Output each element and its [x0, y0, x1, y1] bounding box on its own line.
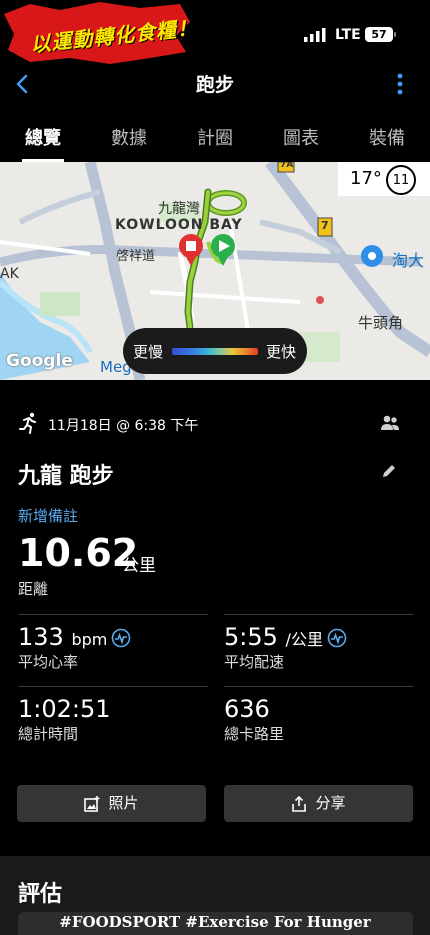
battery-icon: 57: [365, 27, 396, 42]
pace-graph-icon[interactable]: [327, 628, 347, 648]
map-label-road: 啓祥道: [116, 249, 156, 264]
tab-overview[interactable]: 總覽: [0, 112, 86, 162]
temperature: 17°: [350, 168, 382, 189]
add-photo-icon: [84, 795, 100, 812]
calories-value: 636: [224, 695, 270, 723]
distance-value: 10.62: [18, 531, 139, 575]
status-bar: 以運動轉化食糧！ LTE 57: [0, 0, 430, 66]
route-map[interactable]: 九龍灣 KOWLOON BAY 啓祥道 牛頭角 淘大 AK Meg 7 7A 1…: [0, 162, 430, 380]
route-shield-7a: 7A: [280, 162, 294, 170]
brand-logo: 以運動轉化食糧！: [0, 0, 200, 66]
tab-laps[interactable]: 計圈: [172, 112, 258, 162]
tab-data[interactable]: 數據: [86, 112, 172, 162]
edit-icon[interactable]: [380, 462, 398, 480]
heart-rate-unit: bpm: [71, 630, 108, 649]
photos-button-label: 照片: [108, 794, 139, 812]
total-time-value: 1:02:51: [18, 695, 111, 723]
signal-icon: [304, 28, 326, 42]
share-icon: [292, 795, 307, 812]
map-label-kowloon-bay-en: KOWLOON BAY: [115, 217, 243, 233]
activity-name: 九龍 跑步: [18, 464, 114, 489]
watermark-banner: #FOODSPORT #Exercise For Hunger: [59, 913, 371, 931]
pace-value: 5:55: [224, 623, 278, 651]
calories-label: 總卡路里: [224, 725, 285, 743]
people-icon[interactable]: [380, 414, 400, 432]
running-icon: [19, 412, 36, 434]
heart-rate-value: 133: [18, 623, 64, 651]
more-options-icon[interactable]: [392, 72, 408, 96]
start-marker-icon: [211, 234, 235, 266]
map-label-ak: AK: [0, 266, 19, 282]
evaluation-title: 評估: [18, 882, 63, 907]
pace-label: 平均配速: [224, 653, 285, 671]
share-button[interactable]: 分享: [224, 785, 413, 822]
stat-heart-rate: 133 bpm 平均心率: [18, 614, 208, 684]
activity-date: 11月18日 @ 6:38 下午: [48, 418, 199, 434]
stat-calories: 636 總卡路里: [224, 686, 414, 756]
map-label-tao-da: 淘大: [392, 251, 425, 270]
tab-gear[interactable]: 裝備: [344, 112, 430, 162]
google-attribution: Google: [6, 351, 73, 371]
map-label-kowloon-bay-zh: 九龍灣: [158, 201, 200, 217]
photos-button[interactable]: 照片: [17, 785, 206, 822]
map-label-ngau-tau-kok: 牛頭角: [358, 314, 404, 332]
wind-icon: 11: [386, 165, 416, 195]
tab-bar: 總覽 數據 計圈 圖表 裝備: [0, 112, 430, 162]
add-note-link[interactable]: 新增備註: [18, 505, 78, 526]
page-title: 跑步: [195, 74, 234, 96]
stat-total-time: 1:02:51 總計時間: [18, 686, 208, 756]
pace-legend-slow: 更慢: [133, 343, 164, 361]
stat-pace: 5:55 /公里 平均配速: [224, 614, 414, 684]
network-type: LTE: [335, 27, 361, 43]
pace-unit: /公里: [285, 630, 323, 649]
pace-legend: 更慢 更快: [123, 328, 307, 374]
pace-legend-fast: 更快: [266, 343, 297, 361]
nav-bar: 跑步: [0, 66, 430, 106]
weather-widget: 17° 11: [338, 162, 430, 196]
route-shield-7: 7: [321, 219, 329, 232]
distance-unit: 公里: [122, 556, 156, 576]
distance-label: 距離: [18, 580, 49, 598]
heart-rate-graph-icon[interactable]: [111, 628, 131, 648]
total-time-label: 總計時間: [18, 725, 79, 743]
tab-charts[interactable]: 圖表: [258, 112, 344, 162]
pace-gradient-bar: [172, 348, 258, 355]
activity-date-row: 11月18日 @ 6:38 下午: [18, 412, 418, 436]
share-button-label: 分享: [315, 794, 346, 812]
heart-rate-label: 平均心率: [18, 653, 79, 671]
